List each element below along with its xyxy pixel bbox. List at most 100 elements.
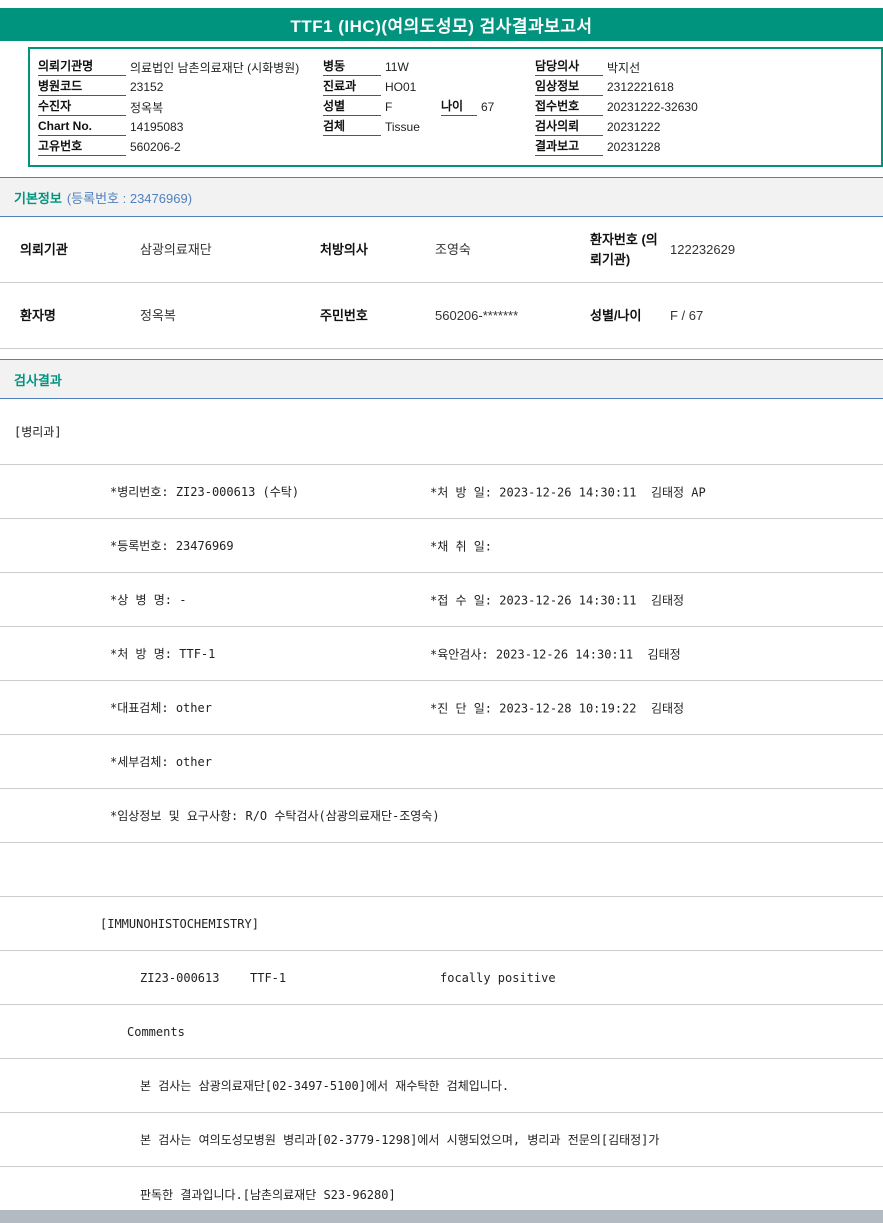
empty-row [0, 843, 883, 897]
field-label: 처방의사 [320, 241, 368, 257]
field-value: 560206-******* [435, 307, 519, 323]
result-row: *상 병 명: - *접 수 일: 2023-12-26 14:30:11 김태… [0, 573, 883, 627]
field-label: 진료과 [323, 78, 381, 96]
field-label: 접수번호 [535, 98, 603, 116]
field-value: 삼광의료재단 [140, 241, 212, 257]
comment-row: 본 검사는 여의도성모병원 병리과[02-3779-1298]에서 시행되었으며… [0, 1113, 883, 1167]
result-row: *병리번호: ZI23-000613 (수탁) *처 방 일: 2023-12-… [0, 465, 883, 519]
comment-line: 판독한 결과입니다.[남촌의료재단 S23-96280] [140, 1187, 396, 1202]
field-value: 14195083 [130, 120, 184, 134]
info-row: 고유번호 560206-2 [38, 137, 323, 157]
field-label: 성별/나이 [590, 307, 642, 323]
result-row: *처 방 명: TTF-1 *육안검사: 2023-12-26 14:30:11… [0, 627, 883, 681]
test-result: focally positive [440, 970, 556, 985]
field-value: 560206-2 [130, 140, 181, 154]
field-value: 박지선 [607, 60, 641, 75]
field-value: 2312221618 [607, 80, 674, 94]
field-value: 23152 [130, 80, 164, 94]
section-title: 기본정보 [14, 190, 62, 206]
field-value: 의료법인 남촌의료재단 (시화병원) [130, 60, 300, 75]
field-value: 122232629 [670, 241, 736, 257]
field-value: 67 [481, 100, 495, 114]
section-title: 검사결과 [14, 372, 62, 388]
field-label: Chart No. [38, 118, 126, 136]
result-field-right: *채 취 일: [430, 539, 493, 553]
result-field-right: *접 수 일: 2023-12-26 14:30:11 김태정 [430, 593, 685, 607]
comments-label: Comments [127, 1024, 185, 1039]
report-document: TTF1 (IHC)(여의도성모) 검사결과보고서 의뢰기관명 의료법인 남촌의… [0, 8, 883, 1223]
field-label: 임상정보 [535, 78, 603, 96]
field-label: 주민번호 [320, 307, 368, 323]
field-label: 결과보고 [535, 138, 603, 156]
ihc-header-row: [IMMUNOHISTOCHEMISTRY] [0, 897, 883, 951]
result-field-right: *육안검사: 2023-12-26 14:30:11 김태정 [430, 647, 681, 661]
field-value: 20231228 [607, 140, 661, 154]
result-field-right: *처 방 일: 2023-12-26 14:30:11 김태정 AP [430, 485, 706, 499]
result-field-right: *진 단 일: 2023-12-28 10:19:22 김태정 [430, 701, 685, 715]
result-field-left: *병리번호: ZI23-000613 (수탁) [110, 485, 300, 499]
field-value: 20231222-32630 [607, 100, 698, 114]
basic-info-table: 의뢰기관 삼광의료재단 처방의사 조영숙 환자번호 (의뢰기관) 1222326… [0, 217, 883, 349]
bottom-bar [0, 1210, 883, 1223]
info-row: 임상정보 2312221618 [535, 77, 881, 97]
specimen-number: ZI23-000613 [140, 970, 220, 985]
info-row: 결과보고 20231228 [535, 137, 881, 157]
field-label: 고유번호 [38, 138, 126, 156]
field-value: 정옥복 [140, 307, 176, 323]
result-field-left: *세부검체: other [110, 755, 212, 769]
field-label: 수진자 [38, 98, 126, 116]
ihc-result-row: ZI23-000613 TTF-1 focally positive [0, 951, 883, 1005]
info-row: 검사의뢰 20231222 [535, 117, 881, 137]
info-row: 의뢰기관명 의료법인 남촌의료재단 (시화병원) [38, 57, 323, 77]
info-row: 접수번호 20231222-32630 [535, 97, 881, 117]
field-value: F [385, 100, 393, 114]
field-value: 11W [385, 60, 409, 74]
comment-line: 본 검사는 삼광의료재단[02-3497-5100]에서 재수탁한 검체입니다. [140, 1079, 510, 1093]
info-row: 병원코드 23152 [38, 77, 323, 97]
field-value: 조영숙 [435, 241, 471, 257]
result-field-left: *대표검체: other [110, 701, 212, 715]
result-field-left: *처 방 명: TTF-1 [110, 647, 216, 661]
field-label: 환자명 [20, 307, 56, 323]
field-label: 검체 [323, 118, 381, 136]
field-value: Tissue [385, 120, 420, 134]
field-value: 20231222 [607, 120, 661, 134]
field-label: 나이 [441, 98, 477, 116]
info-row: 담당의사 박지선 [535, 57, 881, 77]
info-row: 성별 F 나이 67 [323, 97, 535, 117]
header-info-section: 의뢰기관명 의료법인 남촌의료재단 (시화병원) 병원코드 23152 수진자 … [28, 47, 883, 167]
test-name: TTF-1 [250, 970, 287, 985]
report-header-banner: TTF1 (IHC)(여의도성모) 검사결과보고서 [0, 8, 883, 41]
report-title: TTF1 (IHC)(여의도성모) 검사결과보고서 [290, 17, 593, 36]
field-value: F / 67 [670, 307, 704, 323]
comments-header-row: Comments [0, 1005, 883, 1059]
basic-info-section-header: 기본정보 (등록번호 : 23476969) [0, 177, 883, 217]
comment-line: 본 검사는 여의도성모병원 병리과[02-3779-1298]에서 시행되었으며… [140, 1133, 660, 1147]
ihc-header-label: [IMMUNOHISTOCHEMISTRY] [100, 916, 259, 931]
results-section-header: 검사결과 [0, 359, 883, 399]
info-column-left: 의뢰기관명 의료법인 남촌의료재단 (시화병원) 병원코드 23152 수진자 … [38, 57, 323, 157]
result-field-left: *등록번호: 23476969 [110, 539, 234, 553]
info-column-middle: 병동 11W 진료과 HO01 성별 F 나이 67 검체 Tissue [323, 57, 535, 157]
department-label: [병리과] [14, 425, 62, 439]
results-area: [병리과] *병리번호: ZI23-000613 (수탁) *처 방 일: 20… [0, 399, 883, 1221]
comment-row: 본 검사는 삼광의료재단[02-3497-5100]에서 재수탁한 검체입니다. [0, 1059, 883, 1113]
field-label: 검사의뢰 [535, 118, 603, 136]
field-value: 정옥복 [130, 100, 164, 115]
table-row: 의뢰기관 삼광의료재단 처방의사 조영숙 환자번호 (의뢰기관) 1222326… [0, 217, 883, 283]
field-label: 병원코드 [38, 78, 126, 96]
info-row: Chart No. 14195083 [38, 117, 323, 137]
table-row: 환자명 정옥복 주민번호 560206-******* 성별/나이 F / 67 [0, 283, 883, 349]
info-row: 수진자 정옥복 [38, 97, 323, 117]
result-field-left: *상 병 명: - [110, 593, 187, 607]
field-label: 의뢰기관명 [38, 58, 126, 76]
field-label: 담당의사 [535, 58, 603, 76]
result-row: *세부검체: other [0, 735, 883, 789]
info-column-right: 담당의사 박지선 임상정보 2312221618 접수번호 20231222-3… [535, 57, 881, 157]
registration-number: (등록번호 : 23476969) [66, 190, 193, 206]
field-label: 병동 [323, 58, 381, 76]
result-field-left: *임상정보 및 요구사항: R/O 수탁검사(삼광의료재단-조영숙) [110, 809, 440, 823]
field-label: 환자번호 (의뢰기관) [590, 232, 658, 267]
info-row: 병동 11W [323, 57, 535, 77]
result-row: *대표검체: other *진 단 일: 2023-12-28 10:19:22… [0, 681, 883, 735]
